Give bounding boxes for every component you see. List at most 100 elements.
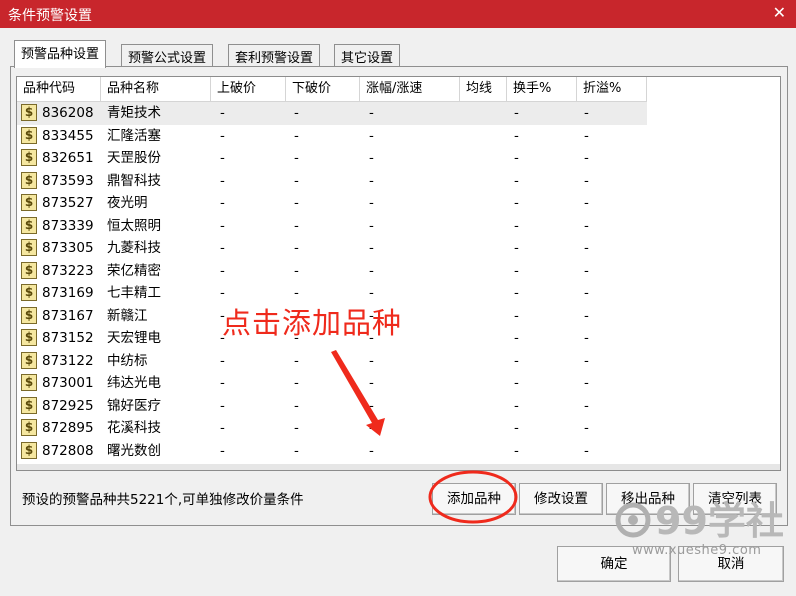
up-price-cell: - [220,195,225,211]
stock-icon: $ [21,306,37,324]
premium-cell: - [584,127,589,144]
change-cell: - [369,217,374,234]
table-row[interactable]: $872808 曙光数创 - - - - - [17,440,647,463]
change-cell: - [369,397,374,414]
tab-arbitrage-settings[interactable]: 套利预警设置 [228,44,321,67]
table-row[interactable]: $873223 荣亿精密 - - - - - [17,260,647,283]
name-cell: 九菱科技 [107,240,161,256]
turnover-cell: - [514,262,519,279]
name-cell: 恒太照明 [107,217,161,234]
change-cell: - [369,105,374,121]
turnover-cell: - [514,217,519,234]
watermark-logo-text: 99学社 [655,499,784,543]
name-cell: 汇隆活塞 [107,127,161,144]
table-row[interactable]: $872895 花溪科技 - - - - - [17,417,647,440]
code-cell: 833455 [42,127,94,144]
tab-other-settings[interactable]: 其它设置 [334,44,401,67]
stock-icon: $ [21,194,37,211]
change-cell: - [369,442,374,459]
premium-cell: - [584,262,589,279]
code-cell: 872808 [42,442,94,459]
down-price-cell: - [294,352,299,369]
name-cell: 青矩技术 [107,105,161,121]
down-price-cell: - [294,420,299,436]
col-header-ma[interactable]: 均线 [460,77,507,102]
premium-cell: - [584,172,589,189]
col-header-change[interactable]: 涨幅/涨速 [360,77,460,102]
stock-icon: $ [21,351,37,369]
table-row[interactable]: $836208 青矩技术 - - - - - [17,102,647,125]
table-row[interactable]: $872925 锦好医疗 - - - - - [17,395,647,418]
col-header-turnover[interactable]: 换手% [507,77,577,102]
premium-cell: - [584,397,589,414]
col-header-down-price[interactable]: 下破价 [286,77,360,102]
turnover-cell: - [514,442,519,459]
name-cell: 天罡股份 [107,150,161,166]
turnover-cell: - [514,397,519,414]
up-price-cell: - [220,420,225,436]
code-cell: 873152 [42,330,94,346]
tab-formula-settings[interactable]: 预警公式设置 [121,44,214,67]
down-price-cell: - [294,195,299,211]
change-cell: - [369,127,374,144]
change-cell: - [369,262,374,279]
premium-cell: - [584,150,589,166]
up-price-cell: - [220,172,225,189]
window-title: 条件预警设置 [8,8,92,24]
col-header-name[interactable]: 品种名称 [101,77,211,102]
up-price-cell: - [220,105,225,121]
add-variety-button[interactable]: 添加品种 [432,483,516,515]
code-cell: 873122 [42,352,94,369]
up-price-cell: - [220,442,225,459]
change-cell: - [369,172,374,189]
tab-variety-settings[interactable]: 预警品种设置 [14,40,107,68]
premium-cell: - [584,420,589,436]
code-cell: 872895 [42,420,94,436]
turnover-cell: - [514,307,519,324]
table-row[interactable]: $873305 九菱科技 - - - - - [17,237,647,260]
up-price-cell: - [220,375,225,391]
name-cell: 锦好医疗 [107,397,161,414]
down-price-cell: - [294,375,299,391]
table-row[interactable]: $833455 汇隆活塞 - - - - - [17,125,647,148]
close-icon[interactable]: ✕ [773,3,786,22]
up-price-cell: - [220,240,225,256]
table-row[interactable]: $832651 天罡股份 - - - - - [17,147,647,170]
up-price-cell: - [220,352,225,369]
list-header: 品种代码 品种名称 上破价 下破价 涨幅/涨速 均线 换手% 折溢% [17,77,780,102]
change-cell: - [369,195,374,211]
table-row[interactable]: $873122 中纺标 - - - - - [17,350,647,373]
stock-icon: $ [21,419,37,436]
down-price-cell: - [294,262,299,279]
down-price-cell: - [294,172,299,189]
variety-list[interactable]: 品种代码 品种名称 上破价 下破价 涨幅/涨速 均线 换手% 折溢% $8362… [16,76,781,471]
change-cell: - [369,352,374,369]
name-cell: 花溪科技 [107,420,161,436]
turnover-cell: - [514,172,519,189]
turnover-cell: - [514,420,519,436]
up-price-cell: - [220,217,225,234]
name-cell: 鼎智科技 [107,172,161,189]
stock-icon: $ [21,104,37,121]
table-row[interactable]: $873593 鼎智科技 - - - - - [17,170,647,193]
col-header-up-price[interactable]: 上破价 [211,77,286,102]
table-row[interactable]: $873001 纬达光电 - - - - - [17,372,647,395]
name-cell: 夜光明 [107,195,148,211]
horizontal-scrollbar[interactable] [17,464,780,470]
stock-icon: $ [21,329,37,346]
premium-cell: - [584,195,589,211]
change-cell: - [369,375,374,391]
turnover-cell: - [514,150,519,166]
col-header-code[interactable]: 品种代码 [17,77,101,102]
premium-cell: - [584,240,589,256]
table-row[interactable]: $873339 恒太照明 - - - - - [17,215,647,238]
premium-cell: - [584,307,589,324]
premium-cell: - [584,217,589,234]
premium-cell: - [584,442,589,459]
stock-icon: $ [21,149,37,166]
modify-settings-button[interactable]: 修改设置 [519,483,603,515]
table-row[interactable]: $873527 夜光明 - - - - - [17,192,647,215]
down-price-cell: - [294,217,299,234]
col-header-premium[interactable]: 折溢% [577,77,647,102]
up-price-cell: - [220,397,225,414]
